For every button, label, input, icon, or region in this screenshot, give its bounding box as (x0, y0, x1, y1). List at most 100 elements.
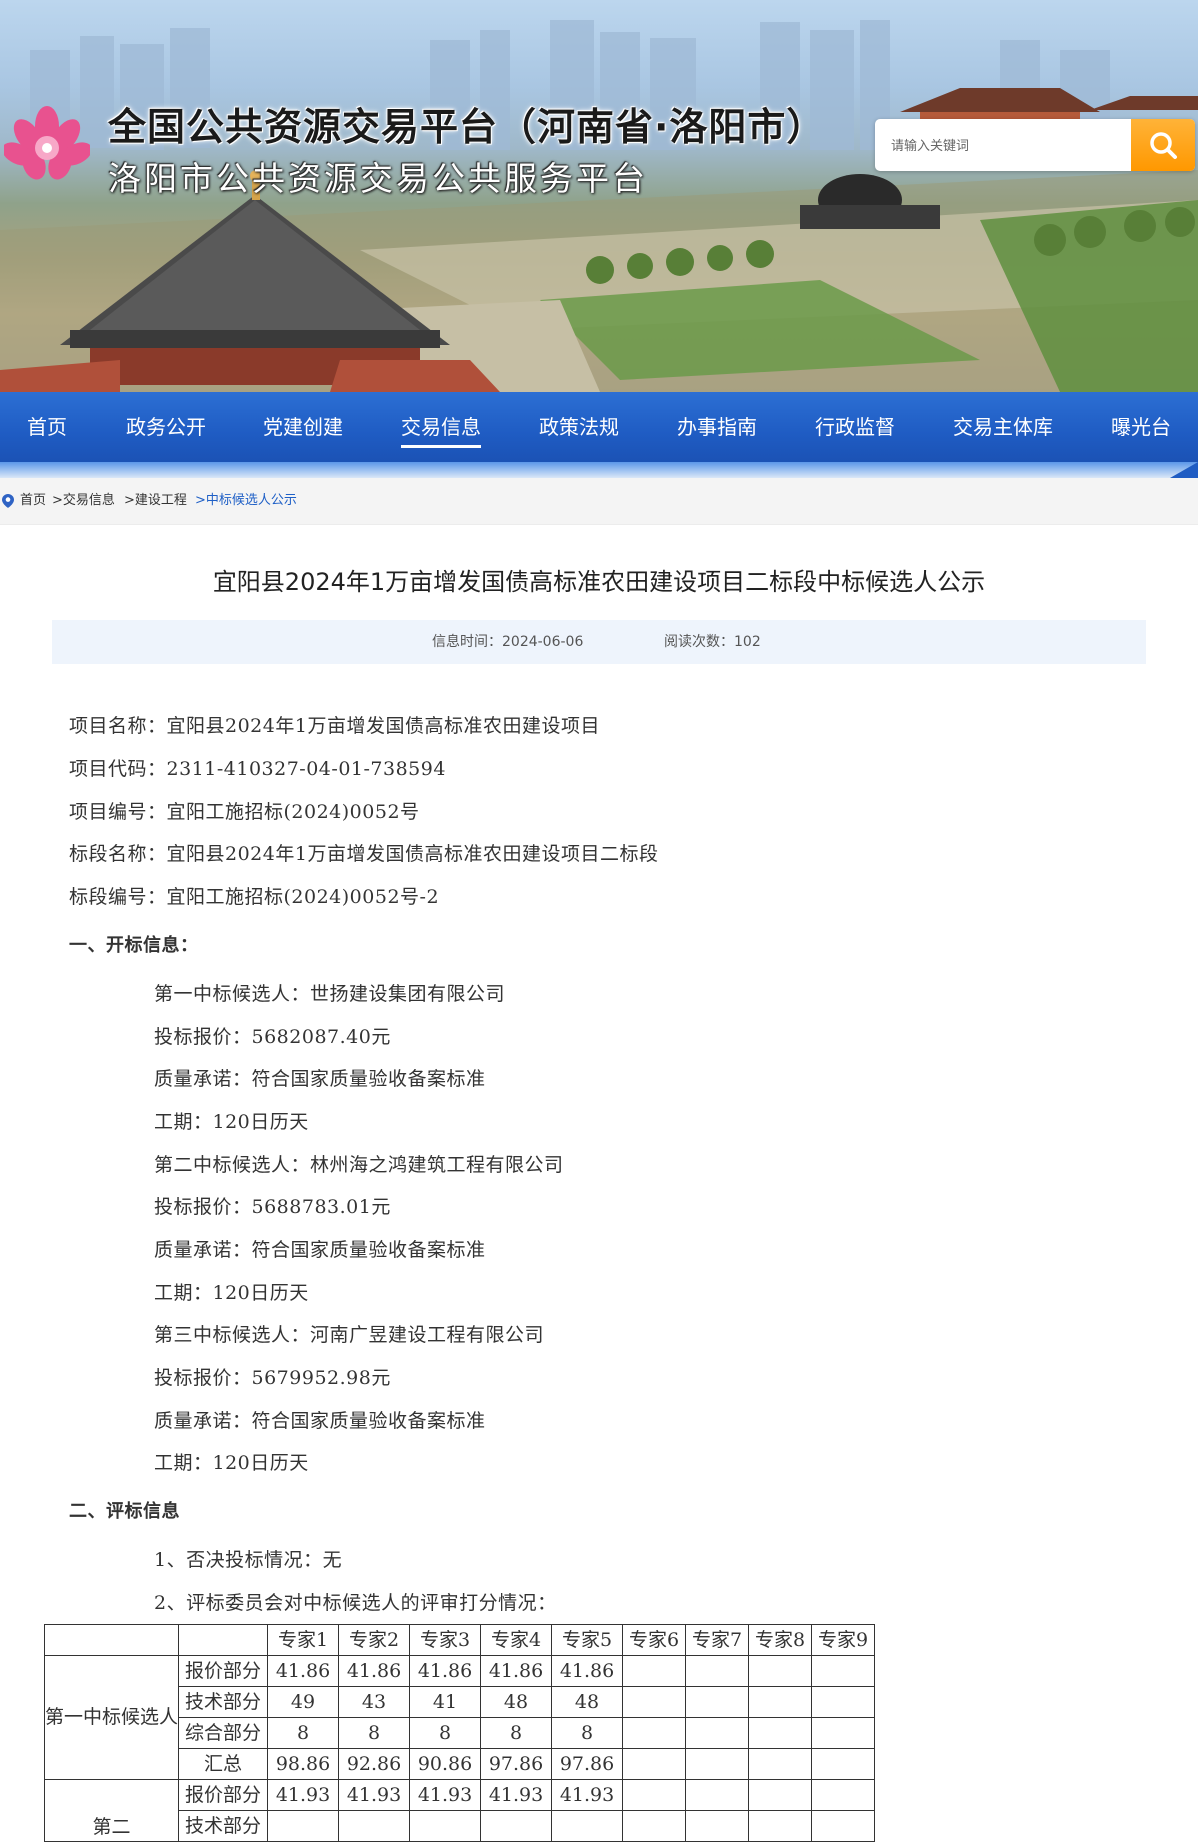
table-cell: 41.86 (551, 1655, 624, 1687)
rejection-info: 1、否决投标情况：无 (154, 1549, 343, 1571)
candidate-line: 投标报价：5679952.98元 (154, 1367, 391, 1389)
table-cell (622, 1779, 687, 1811)
table-cell: 41.86 (480, 1655, 553, 1687)
breadcrumb-current[interactable]: >中标候选人公示 (195, 478, 297, 524)
table-cell: 41.93 (480, 1779, 553, 1811)
nav-item-home[interactable]: 首页 (27, 392, 67, 462)
candidate-line: 投标报价：5682087.40元 (154, 1026, 391, 1048)
table-cell (338, 1810, 411, 1842)
candidate-line: 质量承诺：符合国家质量验收备案标准 (154, 1410, 486, 1432)
candidate-line: 工期：120日历天 (154, 1111, 309, 1133)
table-cell (685, 1655, 750, 1687)
table-cell: 8 (480, 1717, 553, 1749)
table-cell (811, 1748, 876, 1780)
nav-item-supervision[interactable]: 行政监督 (815, 392, 895, 462)
lotus-logo-icon (4, 106, 90, 180)
table-cell: 49 (267, 1686, 340, 1718)
table-cell (748, 1810, 813, 1842)
breadcrumb-home[interactable]: 首页 (20, 478, 46, 524)
candidate-line: 工期：120日历天 (154, 1452, 309, 1474)
candidate-line: 质量承诺：符合国家质量验收备案标准 (154, 1068, 486, 1090)
table-cell: 97.86 (551, 1748, 624, 1780)
table-cell: 8 (409, 1717, 482, 1749)
table-header-cell: 专家6 (622, 1624, 687, 1656)
table-cell (685, 1748, 750, 1780)
table-cell: 8 (338, 1717, 411, 1749)
platform-subtitle: 洛阳市公共资源交易公共服务平台 (108, 159, 648, 198)
search-button[interactable] (1131, 119, 1195, 171)
table-cell: 48 (551, 1686, 624, 1718)
table-cell: 8 (267, 1717, 340, 1749)
score-table: 专家1 专家2 专家3 专家4 专家5 专家6 专家7 专家8 专家9 第一中标… (43, 1624, 876, 1842)
nav-item-subject-library[interactable]: 交易主体库 (953, 392, 1053, 462)
candidate-line: 第三中标候选人：河南广昱建设工程有限公司 (154, 1324, 545, 1346)
table-cell (811, 1779, 876, 1811)
scoring-intro: 2、评标委员会对中标候选人的评审打分情况： (154, 1592, 557, 1614)
table-cell: 41.93 (409, 1779, 482, 1811)
table-header-row: 专家1 专家2 专家3 专家4 专家5 专家6 专家7 专家8 专家9 (43, 1624, 876, 1656)
nav-item-exposure[interactable]: 曝光台 (1111, 392, 1171, 462)
group-label-second-candidate: 第二 (43, 1779, 180, 1842)
nav-item-policy[interactable]: 政策法规 (539, 392, 619, 462)
table-cell: 41.93 (551, 1779, 624, 1811)
table-cell: 41.86 (267, 1655, 340, 1687)
table-cell (685, 1717, 750, 1749)
nav-item-gov-affairs[interactable]: 政务公开 (126, 392, 206, 462)
project-name: 项目名称：宜阳县2024年1万亩增发国债高标准农田建设项目 (69, 715, 600, 737)
article-title: 宜阳县2024年1万亩增发国债高标准农田建设项目二标段中标候选人公示 (212, 568, 986, 596)
table-cell (409, 1810, 482, 1842)
table-cell (748, 1779, 813, 1811)
table-cell: 综合部分 (178, 1717, 269, 1749)
table-cell (622, 1810, 687, 1842)
section-number: 标段编号：宜阳工施招标(2024)0052号-2 (69, 886, 440, 908)
table-cell (811, 1717, 876, 1749)
nav-item-trade-info[interactable]: 交易信息 (401, 392, 481, 462)
table-cell: 41 (409, 1686, 482, 1718)
breadcrumb-trade-info[interactable]: >交易信息 (52, 478, 115, 524)
read-count: 阅读次数：102 (664, 634, 761, 650)
candidate-line: 工期：120日历天 (154, 1282, 309, 1304)
table-row: 第一中标候选人 报价部分 41.86 41.86 41.86 41.86 41.… (43, 1655, 876, 1780)
table-cell (622, 1686, 687, 1718)
table-cell: 技术部分 (178, 1686, 269, 1718)
table-cell: 48 (480, 1686, 553, 1718)
table-header-cell: 专家7 (685, 1624, 750, 1656)
table-header-cell: 专家1 (267, 1624, 340, 1656)
table-cell (811, 1810, 876, 1842)
location-pin-icon (2, 494, 14, 508)
table-cell (811, 1655, 876, 1687)
table-cell (748, 1748, 813, 1780)
table-header-cell: 专家4 (480, 1624, 553, 1656)
table-cell: 41.93 (267, 1779, 340, 1811)
table-cell: 41.93 (338, 1779, 411, 1811)
search-box (875, 119, 1195, 173)
table-cell: 41.86 (409, 1655, 482, 1687)
breadcrumb: 首页 >交易信息 >建设工程 >中标候选人公示 (0, 478, 1198, 525)
table-header-cell: 专家5 (551, 1624, 624, 1656)
nav-shadow-strip (0, 462, 1198, 478)
candidate-line: 第一中标候选人：世扬建设集团有限公司 (154, 983, 506, 1005)
table-cell (622, 1655, 687, 1687)
table-cell (811, 1686, 876, 1718)
section-name: 标段名称：宜阳县2024年1万亩增发国债高标准农田建设项目二标段 (69, 843, 659, 865)
nav-item-party-building[interactable]: 党建创建 (263, 392, 343, 462)
breadcrumb-construction[interactable]: >建设工程 (124, 478, 187, 524)
table-header-cell: 专家2 (338, 1624, 411, 1656)
table-cell: 41.86 (338, 1655, 411, 1687)
table-cell (685, 1810, 750, 1842)
nav-item-guide[interactable]: 办事指南 (677, 392, 757, 462)
table-header-cell: 专家3 (409, 1624, 482, 1656)
table-cell: 43 (338, 1686, 411, 1718)
table-corner-cell (178, 1624, 269, 1656)
table-cell: 报价部分 (178, 1655, 269, 1687)
project-number: 项目编号：宜阳工施招标(2024)0052号 (69, 801, 420, 823)
table-cell: 技术部分 (178, 1810, 269, 1842)
table-cell: 8 (551, 1717, 624, 1749)
candidate-line: 质量承诺：符合国家质量验收备案标准 (154, 1239, 486, 1261)
group-label-first-candidate: 第一中标候选人 (43, 1655, 180, 1780)
search-input[interactable] (889, 119, 1129, 173)
candidate-line: 投标报价：5688783.01元 (154, 1196, 391, 1218)
article-meta: 信息时间：2024-06-06 阅读次数：102 (52, 620, 1146, 664)
project-code: 项目代码：2311-410327-04-01-738594 (69, 758, 446, 780)
table-cell: 汇总 (178, 1748, 269, 1780)
